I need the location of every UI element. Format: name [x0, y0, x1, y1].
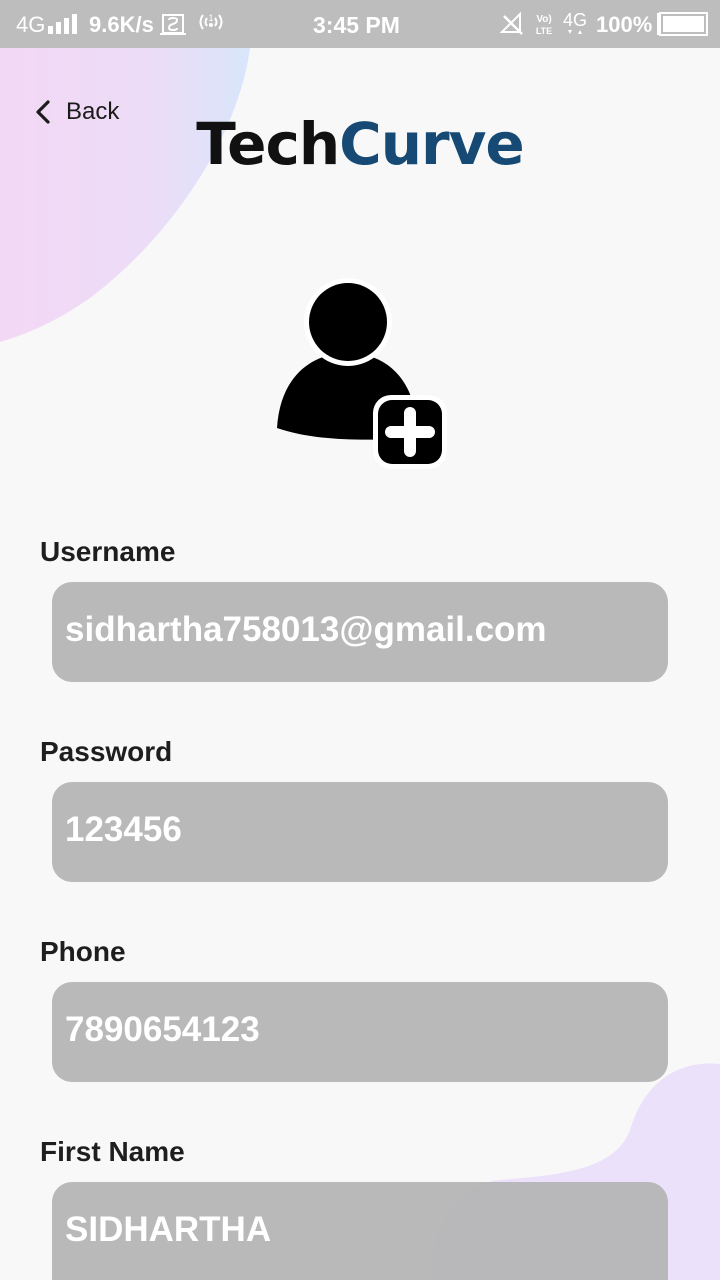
hotspot-icon: 1 [199, 13, 223, 30]
first-name-value: SIDHARTHA [65, 1210, 272, 1249]
first-name-label: First Name [40, 1136, 185, 1167]
svg-text:1: 1 [208, 13, 213, 23]
app-logo: TechCurve [0, 110, 720, 178]
first-name-field[interactable]: SIDHARTHA [52, 1182, 668, 1280]
network-type-label: 4G [16, 12, 46, 37]
screenshot-icon [160, 14, 186, 35]
volte-icon: Vo) LTE [536, 14, 552, 36]
username-label: Username [40, 536, 176, 567]
status-bar: 4G 9.6K/s 1 3:45 PM Vo) LTE 4G 100% [0, 0, 720, 48]
network-4g-icon: 4G [563, 10, 587, 34]
clock-time: 3:45 PM [313, 12, 400, 38]
mute-icon [500, 12, 523, 35]
username-value: sidhartha758013@gmail.com [65, 610, 547, 649]
signal-icon [48, 14, 77, 34]
svg-text:Vo): Vo) [536, 14, 551, 25]
svg-text:LTE: LTE [536, 26, 552, 36]
logo-text-curve: Curve [339, 110, 525, 178]
username-field[interactable]: sidhartha758013@gmail.com [52, 582, 668, 682]
add-user-icon [277, 278, 447, 469]
svg-text:4G: 4G [563, 10, 587, 30]
password-field[interactable]: 123456 [52, 782, 668, 882]
battery-percent: 100% [596, 12, 653, 37]
battery-icon [657, 12, 708, 36]
phone-value: 7890654123 [65, 1010, 260, 1049]
password-label: Password [40, 736, 173, 767]
phone-label: Phone [40, 936, 126, 967]
phone-field[interactable]: 7890654123 [52, 982, 668, 1082]
password-value: 123456 [65, 810, 182, 849]
logo-text-tech: Tech [196, 110, 340, 178]
network-speed-label: 9.6K/s [89, 12, 154, 37]
